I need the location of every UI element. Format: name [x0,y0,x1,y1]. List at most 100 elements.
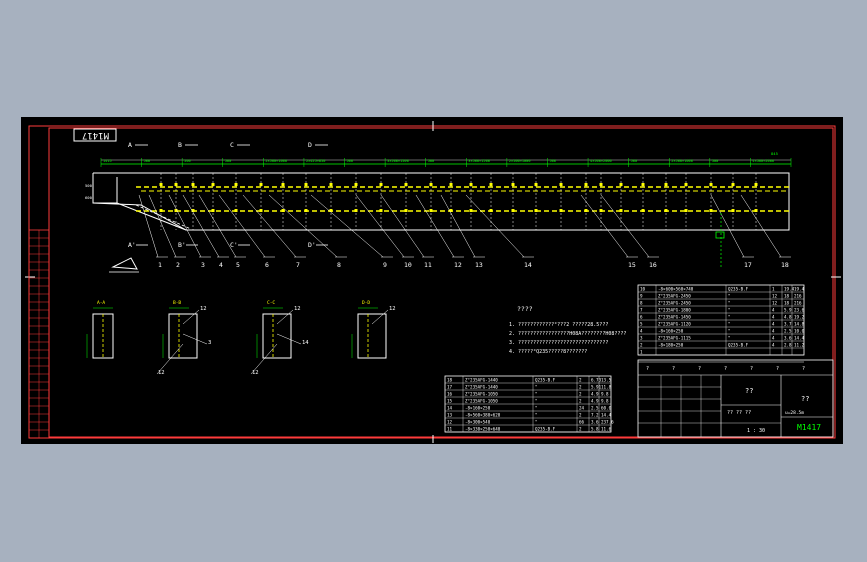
bom-cell-no: 1 [640,349,643,354]
bom-cell-w1: 4.9 [591,398,599,403]
stiffener-weld [511,209,515,212]
callout-leader [268,194,338,258]
bom-cell-spec: Z°235AFG-1450 [658,314,691,319]
bom-cell-spec: -8×160×250 [465,405,491,410]
section-outline [262,313,292,359]
stiffener-weld [489,183,493,186]
bom-cell-w1: 4.8 [784,314,792,319]
part-callout: 7 [296,261,300,269]
bom-cell-w1: 19.4 [784,286,795,291]
bom-header-cell: ? [750,366,753,372]
dimension-label: 4×500=2000 [752,159,774,163]
stiffener-weld [304,209,308,212]
bom-cell-mat: " [535,405,538,410]
bom-cell-w2: 14.8 [794,321,805,326]
dimension-label: 500 [347,159,354,163]
stiffener-weld [379,209,383,212]
stiffener-weld [281,209,285,212]
bom-cell-mat: Q235-B.F [535,426,556,431]
bom-table-right: 10 -8×600×560×740 Q235-B.F 1 19.4 19.4 9 Z°235A… [637,284,805,372]
bom-cell-mat: " [728,307,731,312]
bom-cell-w2: 60.0 [601,405,612,410]
stiffener-weld [174,183,178,186]
dimension-label: 500 [428,159,435,163]
stiffener-weld [404,183,408,186]
section-callout: 12 [200,306,207,312]
callout-leader [600,194,650,258]
bom-cell-mat: " [535,391,538,396]
stiffener-weld [511,183,515,186]
section-callout-leader [182,333,208,345]
title-tag-text: M1417 [82,130,109,140]
inner-frame [48,127,834,438]
bom-cell-no: 8 [640,300,643,305]
cad-viewport[interactable]: M1417 ABCD A' B' C' D' 1415 500 500 500 2×500=1… [21,117,843,444]
bom-cell-spec: -8×300×540 [465,419,491,424]
stiffener-weld [234,209,238,212]
bom-cell-no: 9 [640,293,643,298]
stiffener-weld [329,183,333,186]
bom-cell-w2: 216 [794,300,802,305]
part-callout: 4 [219,261,223,269]
stiffener-weld [619,183,623,186]
bom-cell-w2: 11.6 [601,426,612,431]
section-label: B-B [173,300,181,306]
bom-cell-no: 17 [447,384,453,389]
title-name-cell: ?? [745,387,753,395]
section-marks-bottom: A' B' C' D' [128,241,328,249]
note-line-1: 1. ????????????°???2 ?????28.5??? [509,322,608,328]
stiffener-weld [684,183,688,186]
bom-cell-qty: 1 [772,286,775,291]
notes-block: ???? 1. ????????????°???2 ?????28.5??? 2… [509,305,626,355]
bom-cell-no: 11 [447,426,453,431]
bom-cell-qty: 12 [772,300,778,305]
title-weight-cell: u=28.5m [785,410,804,416]
section-label: A-A [97,300,105,306]
dimension-label: 3×500=1500 [387,159,409,163]
bom-cell-spec: Z°235AFG-2450 [658,300,691,305]
bom-header-cell: ? [802,366,805,372]
part-callout: 6 [265,261,269,269]
bom-cell-w2: 14.4 [794,335,805,340]
bom-cell-spec: -8×160×250 [658,328,684,333]
stiffener-weld [599,183,603,186]
bom-cell-spec: Z°235AFG-1120 [658,321,691,326]
bom-cell-w2: 237.6 [601,419,614,424]
stiffener-weld [754,183,758,186]
stiffener-weld [559,183,563,186]
top-dimension: 845 [771,151,778,156]
bom-cell-w2: 14.4 [601,412,612,417]
section-callout: 12 [294,306,301,312]
section-callout: 12 [252,370,259,376]
stiffener-weld [664,209,668,212]
bom-cell-w2: 9.8 [601,391,609,396]
callout-leader [310,194,384,258]
stiffener-weld [429,209,433,212]
stiffener-weld [259,209,263,212]
bom-cell-no: 12 [447,419,453,424]
bom-cell-w1: 7.2 [591,412,599,417]
section-mark-top: C [230,141,234,149]
bom-cell-w2: 11.8 [601,384,612,389]
bom-cell-w1: 2.8 [784,342,792,347]
stiffener-weld [281,183,285,186]
part-callout: 16 [649,261,657,269]
bom-cell-w1: 3.6 [784,335,792,340]
bom-cell-qty: 4 [772,307,775,312]
bom-cell-no: 3 [640,335,643,340]
notes-title: ???? [517,305,533,313]
bom-cell-w2: 19.2 [794,314,805,319]
bom-cell-no: 13 [447,412,453,417]
bom-cell-qty: 2 [579,377,582,382]
stiffener-weld [304,183,308,186]
title-scale-cell: 1 : 30 [747,428,765,434]
section-views: A-A B-B 12 3 12 C-C 12 14 12 D-D 12 [86,300,396,376]
part-callout: 13 [475,261,483,269]
cad-drawing: M1417 ABCD A' B' C' D' 1415 500 500 500 2×500=1… [25,121,841,443]
dimension-label: 500 [184,159,191,163]
part-callout: 15 [628,261,636,269]
dimension-label: 500 [712,159,719,163]
note-line-2: 2. ?????????????????H08A????????H08???? [509,331,626,337]
side-dimension: 600 [85,195,93,200]
bom-cell-no: 15 [447,398,453,403]
